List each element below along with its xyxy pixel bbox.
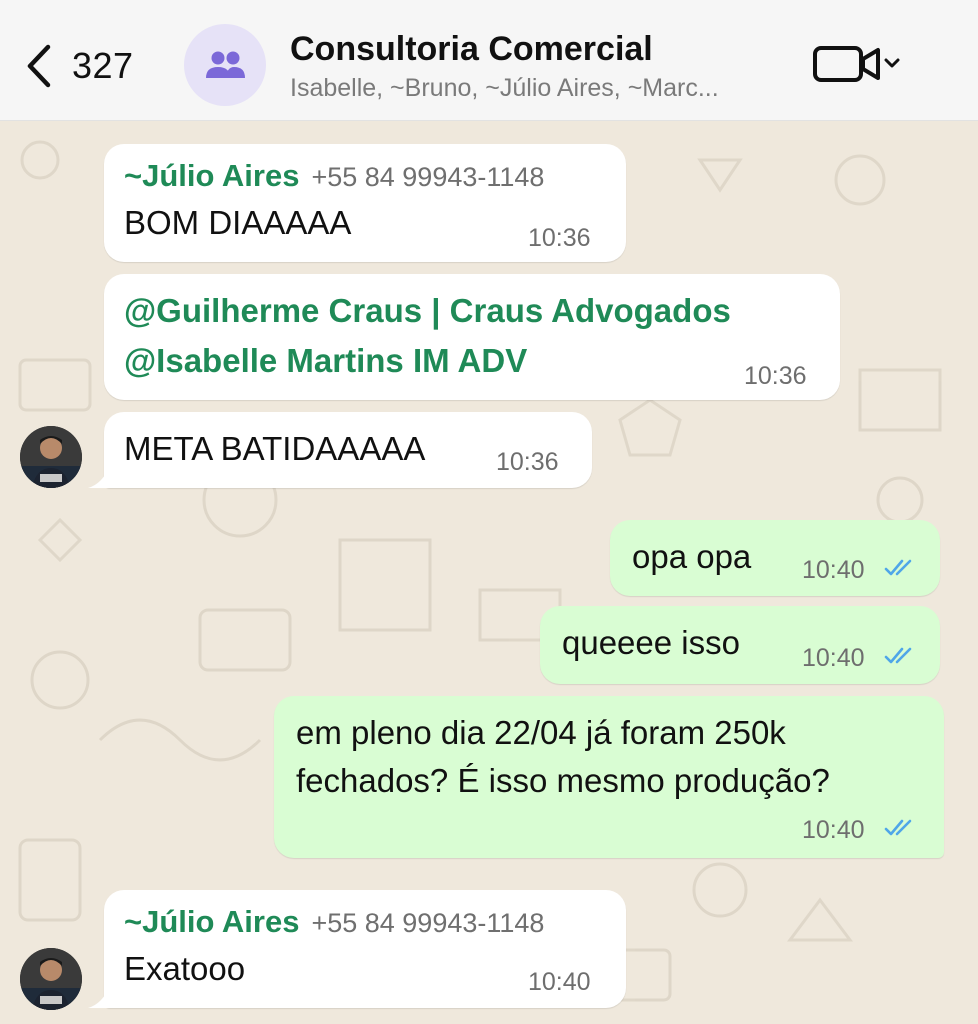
- message-time: 10:36: [528, 224, 591, 252]
- unread-count: 327: [72, 45, 134, 86]
- double-check-icon: [884, 819, 912, 836]
- group-members[interactable]: Isabelle, ~Bruno, ~Júlio Aires, ~Marc...: [290, 74, 719, 103]
- chat-header: 327 Consultoria Comercial Isabelle, ~Bru…: [0, 0, 978, 121]
- message-text: META BATIDAAAAA: [124, 430, 426, 467]
- group-avatar[interactable]: [184, 24, 266, 106]
- message-text-line: fechados? É isso mesmo produção?: [296, 762, 830, 799]
- sender-info: ~Júlio Aires +55 84 99943-1148: [124, 904, 544, 940]
- sender-avatar[interactable]: [20, 948, 82, 1010]
- chevron-down-icon: [884, 58, 900, 68]
- outgoing-message[interactable]: queeee isso 10:40: [540, 606, 940, 684]
- message-time: 10:40: [802, 644, 865, 672]
- message-text: queeee isso: [562, 624, 740, 661]
- video-call-icon: [813, 46, 900, 82]
- incoming-message[interactable]: @Guilherme Craus | Craus Advogados @Isab…: [104, 274, 840, 400]
- sender-name[interactable]: ~Júlio Aires: [124, 904, 299, 939]
- message-text: Exatooo: [124, 950, 246, 987]
- sender-phone: +55 84 99943-1148: [311, 908, 545, 938]
- mention-link[interactable]: @Isabelle Martins IM ADV: [124, 336, 527, 386]
- sender-info: ~Júlio Aires +55 84 99943-1148: [124, 158, 544, 194]
- avatar-photo: [20, 426, 82, 488]
- message-time: 10:40: [802, 816, 865, 844]
- sender-phone: +55 84 99943-1148: [311, 162, 545, 192]
- sender-avatar[interactable]: [20, 426, 82, 488]
- bubble-tail: [88, 986, 110, 1008]
- back-button[interactable]: 327: [24, 38, 134, 94]
- message-time: 10:36: [744, 362, 807, 390]
- outgoing-message[interactable]: opa opa 10:40: [610, 520, 940, 596]
- message-time: 10:36: [496, 448, 559, 476]
- message-time: 10:40: [528, 968, 591, 996]
- sender-name[interactable]: ~Júlio Aires: [124, 158, 299, 193]
- double-check-icon: [884, 647, 912, 664]
- video-call-button[interactable]: [812, 42, 906, 93]
- incoming-message[interactable]: ~Júlio Aires +55 84 99943-1148 Exatooo 10…: [104, 890, 626, 1008]
- incoming-message[interactable]: META BATIDAAAAA 10:36: [104, 412, 592, 488]
- group-title[interactable]: Consultoria Comercial: [290, 30, 653, 69]
- mention-link[interactable]: @Guilherme Craus | Craus Advogados: [124, 286, 731, 336]
- double-check-icon: [884, 559, 912, 576]
- message-text: BOM DIAAAAA: [124, 204, 352, 241]
- incoming-message[interactable]: ~Júlio Aires +55 84 99943-1148 BOM DIAAAA…: [104, 144, 626, 262]
- group-icon: [206, 51, 245, 78]
- avatar-photo: [20, 948, 82, 1010]
- message-text: opa opa: [632, 538, 752, 575]
- outgoing-message[interactable]: em pleno dia 22/04 já foram 250k fechado…: [274, 696, 944, 858]
- message-time: 10:40: [802, 556, 865, 584]
- back-chevron-icon: [27, 44, 51, 88]
- bubble-tail: [88, 466, 110, 488]
- message-text-line: em pleno dia 22/04 já foram 250k: [296, 714, 786, 751]
